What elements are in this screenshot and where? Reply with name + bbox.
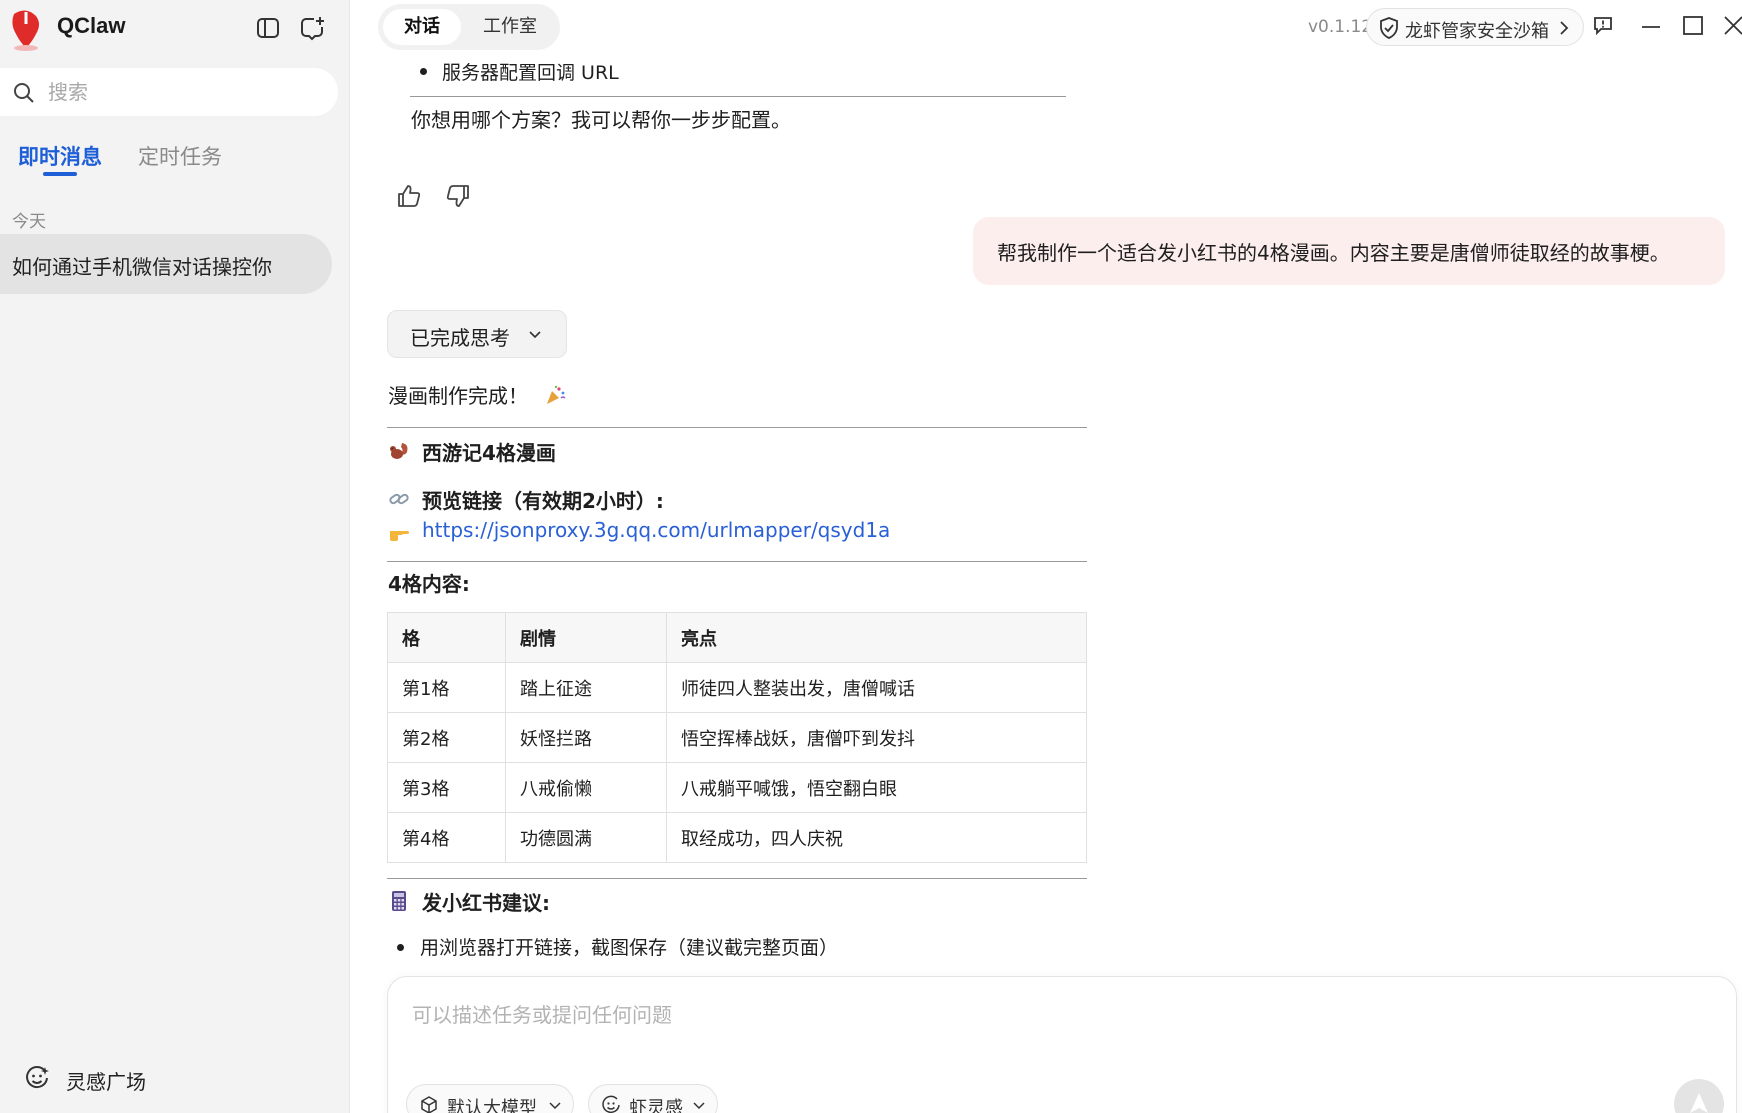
preview-link-label: 预览链接（有效期2小时）:	[422, 489, 664, 513]
thumbs-down-icon[interactable]	[444, 182, 472, 210]
sandbox-button[interactable]: 龙虾管家安全沙箱	[1366, 8, 1584, 46]
close-icon[interactable]	[1722, 14, 1742, 36]
squirrel-emoji-icon	[390, 443, 408, 459]
sandbox-label: 龙虾管家安全沙箱	[1405, 21, 1549, 42]
conversation-item[interactable]: 如何通过手机微信对话操控你	[0, 234, 332, 294]
user-message-bubble: 帮我制作一个适合发小红书的4格漫画。内容主要是唐僧师徒取经的故事梗。	[973, 217, 1725, 285]
table-cell: 八戒偷懒	[505, 762, 667, 813]
table-cell: 八戒躺平喊饿，悟空翻白眼	[666, 762, 1087, 813]
model-selector[interactable]: 默认大模型	[406, 1084, 574, 1113]
smile-icon	[26, 1066, 49, 1089]
pointing-hand-emoji-icon	[390, 531, 409, 541]
previous-question-text: 你想用哪个方案？我可以帮你一步步配置。	[411, 108, 791, 132]
table-header-cell: 亮点	[666, 612, 1087, 663]
table-cell: 取经成功，四人庆祝	[666, 812, 1087, 863]
claw-logo-icon	[12, 10, 39, 51]
minimize-icon[interactable]	[1640, 14, 1662, 36]
feedback-icon[interactable]	[1592, 14, 1614, 36]
tab-studio[interactable]: 工作室	[466, 9, 554, 45]
divider	[387, 878, 1087, 879]
table-row: 第1格 踏上征途 师徒四人整装出发，唐僧喊话	[387, 662, 1087, 713]
active-tab-indicator	[43, 172, 77, 176]
comic-grid-table: 格 剧情 亮点 第1格 踏上征途 师徒四人整装出发，唐僧喊话 第2格 妖怪拦路 …	[387, 612, 1087, 863]
table-row: 第4格 功德圆满 取经成功，四人庆祝	[387, 812, 1087, 863]
divider	[387, 427, 1087, 428]
new-chat-icon[interactable]	[298, 14, 326, 42]
link-emoji-icon	[389, 493, 409, 505]
calculator-emoji-icon	[392, 891, 406, 911]
table-cell: 踏上征途	[505, 662, 667, 713]
tip-item: 用浏览器打开链接，截图保存（建议截完整页面）	[420, 937, 839, 958]
message-composer: 默认大模型 虾灵感	[387, 976, 1737, 1113]
shield-icon	[1380, 17, 1398, 39]
table-header-row: 格 剧情 亮点	[387, 612, 1087, 663]
send-button[interactable]	[1674, 1079, 1724, 1113]
divider	[410, 96, 1066, 97]
sidebar: QClaw 即时消息 定时任务 今天 如何通过手机微信对话操控你 灵感广场	[0, 0, 350, 1113]
table-cell: 师徒四人整装出发，唐僧喊话	[666, 662, 1087, 713]
table-header-cell: 格	[387, 612, 506, 663]
table-cell: 第4格	[387, 812, 506, 863]
party-popper-emoji-icon	[547, 385, 566, 404]
previous-bullet-text: 服务器配置回调 URL	[442, 62, 619, 84]
content-heading: 4格内容:	[388, 572, 470, 596]
table-cell: 功德圆满	[505, 812, 667, 863]
divider	[387, 561, 1087, 562]
comic-title: 西游记4格漫画	[422, 441, 556, 465]
conversation-group-label: 今天	[12, 212, 46, 232]
tab-instant-messages[interactable]: 即时消息	[18, 141, 102, 171]
table-cell: 第1格	[387, 662, 506, 713]
message-input[interactable]	[412, 999, 1612, 1031]
chat-area[interactable]: 服务器配置回调 URL 你想用哪个方案？我可以帮你一步步配置。 帮我制作一个适合…	[350, 58, 1742, 958]
app-name: QClaw	[57, 13, 126, 38]
preview-link[interactable]: https://jsonproxy.3g.qq.com/urlmapper/qs…	[422, 518, 890, 542]
reply-done-line: 漫画制作完成！	[388, 380, 566, 409]
table-row: 第2格 妖怪拦路 悟空挥棒战妖，唐僧吓到发抖	[387, 712, 1087, 763]
inspiration-selector[interactable]: 虾灵感	[588, 1084, 718, 1113]
mode-tabs: 对话 工作室	[378, 4, 560, 50]
tab-scheduled-tasks[interactable]: 定时任务	[138, 141, 222, 171]
reply-done-text: 漫画制作完成！	[388, 384, 528, 408]
user-message-text: 帮我制作一个适合发小红书的4格漫画。内容主要是唐僧师徒取经的故事梗。	[997, 241, 1670, 265]
table-header-cell: 剧情	[505, 612, 667, 663]
conversation-title: 如何通过手机微信对话操控你	[12, 255, 272, 279]
chevron-right-icon	[1560, 21, 1569, 35]
chevron-down-icon	[549, 1102, 561, 1110]
inspiration-plaza-label: 灵感广场	[66, 1070, 146, 1094]
table-cell: 第3格	[387, 762, 506, 813]
model-selector-label: 默认大模型	[447, 1098, 537, 1113]
table-cell: 悟空挥棒战妖，唐僧吓到发抖	[666, 712, 1087, 763]
sidebar-toggle-icon[interactable]	[254, 14, 282, 42]
table-cell: 第2格	[387, 712, 506, 763]
chevron-down-icon	[529, 331, 541, 339]
search-box[interactable]	[0, 68, 338, 116]
send-arrow-icon	[1690, 1093, 1708, 1113]
tab-chat[interactable]: 对话	[383, 9, 461, 45]
search-icon	[14, 83, 34, 103]
maximize-icon[interactable]	[1682, 14, 1704, 36]
table-row: 第3格 八戒偷懒 八戒躺平喊饿，悟空翻白眼	[387, 762, 1087, 813]
version-label: v0.1.12	[1308, 17, 1373, 37]
thinking-toggle-button[interactable]: 已完成思考	[387, 310, 567, 358]
bullet-dot	[420, 68, 427, 75]
bullet-dot	[397, 944, 404, 951]
search-input[interactable]	[48, 78, 318, 106]
cube-icon	[421, 1096, 437, 1113]
smile-icon	[602, 1095, 620, 1113]
inspiration-selector-label: 虾灵感	[629, 1098, 683, 1113]
thinking-label: 已完成思考	[410, 326, 510, 350]
thumbs-up-icon[interactable]	[395, 182, 423, 210]
chevron-down-icon	[693, 1102, 705, 1110]
tips-heading: 发小红书建议:	[422, 891, 550, 915]
table-cell: 妖怪拦路	[505, 712, 667, 763]
